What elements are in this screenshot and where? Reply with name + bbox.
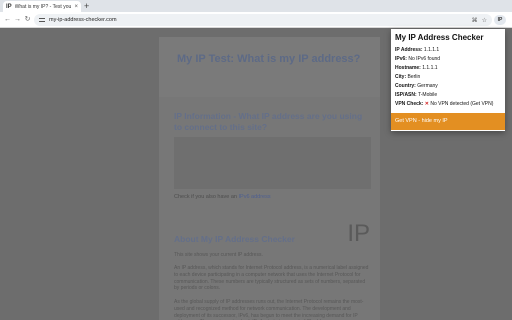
forward-icon[interactable]: → bbox=[13, 15, 22, 25]
new-tab-button[interactable]: + bbox=[84, 1, 89, 11]
ip-extension-button[interactable]: IP bbox=[494, 15, 506, 25]
row-value: 1.1.1.1 bbox=[422, 65, 438, 71]
ip-favicon-icon: IP bbox=[6, 3, 12, 10]
main-card: My IP Test: What is my IP address? IP In… bbox=[159, 37, 380, 320]
ip-info-box bbox=[174, 137, 371, 189]
row-key: Country: bbox=[395, 83, 416, 89]
isp-row: ISP/ASN: T-Mobile bbox=[395, 92, 437, 98]
url-text[interactable]: my-ip-address-checker.com bbox=[49, 17, 468, 23]
row-key: Hostname: bbox=[395, 65, 421, 71]
ipv6-row: IPv6: No IPv6 found bbox=[395, 56, 440, 62]
popup-title: My IP Address Checker bbox=[395, 33, 484, 42]
tab-title: What is my IP? - Test your IP bbox=[14, 3, 72, 10]
row-key: VPN Check: bbox=[395, 101, 424, 107]
ip-info-heading: IP Information - What IP address are you… bbox=[174, 111, 363, 132]
tab-strip: IP What is my IP? - Test your IP × + bbox=[0, 0, 512, 12]
ip-logo: IP bbox=[347, 220, 370, 247]
row-value: 1.1.1.1 bbox=[423, 47, 440, 53]
translate-icon[interactable]: ⌘ bbox=[472, 17, 478, 24]
about-paragraph: As the global supply of IP addresses run… bbox=[174, 299, 364, 320]
reload-icon[interactable]: ↻ bbox=[23, 15, 32, 25]
about-heading: About My IP Address Checker bbox=[174, 234, 295, 244]
about-paragraph: An IP address, which stands for Internet… bbox=[174, 265, 369, 292]
row-value[interactable]: No VPN detected (Get VPN) bbox=[430, 101, 493, 107]
get-vpn-button[interactable]: Get VPN - hide my IP bbox=[391, 113, 505, 130]
row-value: T-Mobile bbox=[417, 92, 438, 98]
row-key: IP Address: bbox=[395, 47, 423, 53]
city-row: City: Berlin bbox=[395, 74, 420, 80]
bookmark-star-icon[interactable]: ☆ bbox=[482, 17, 487, 24]
address-bar[interactable]: my-ip-address-checker.com ⌘ ☆ bbox=[34, 14, 492, 26]
cross-icon: ✕ bbox=[424, 101, 429, 107]
page-title: My IP Test: What is my IP address? bbox=[177, 53, 361, 65]
ip-info-section: IP Information - What IP address are you… bbox=[159, 97, 380, 212]
country-row: Country: Germany bbox=[395, 83, 438, 89]
row-key: City: bbox=[395, 74, 407, 80]
row-value: No IPv6 found bbox=[408, 56, 441, 62]
ipv6-check-text: Check if you also have an IPv6 address bbox=[174, 194, 271, 200]
about-section: About My IP Address Checker IP This site… bbox=[159, 212, 380, 320]
ipv6-link[interactable]: IPv6 address bbox=[239, 194, 271, 200]
browser-toolbar: ← → ↻ my-ip-address-checker.com ⌘ ☆ IP bbox=[0, 12, 512, 28]
row-key: ISP/ASN: bbox=[395, 92, 417, 98]
tab-active[interactable]: IP What is my IP? - Test your IP × bbox=[3, 1, 81, 12]
row-key: IPv6: bbox=[395, 56, 407, 62]
ip-address-row: IP Address: 1.1.1.1 bbox=[395, 47, 439, 53]
back-icon[interactable]: ← bbox=[3, 15, 12, 25]
ipv6-check-prefix: Check if you also have an bbox=[174, 194, 237, 200]
row-value: Berlin bbox=[407, 74, 421, 80]
row-value: Germany bbox=[417, 83, 438, 89]
site-info-icon[interactable] bbox=[39, 17, 45, 23]
close-icon[interactable]: × bbox=[74, 4, 78, 10]
about-paragraph: This site shows your current IP address. bbox=[174, 252, 263, 258]
vpn-check-row: VPN Check: ✕ No VPN detected (Get VPN) bbox=[395, 101, 493, 107]
hostname-row: Hostname: 1.1.1.1 bbox=[395, 65, 438, 71]
